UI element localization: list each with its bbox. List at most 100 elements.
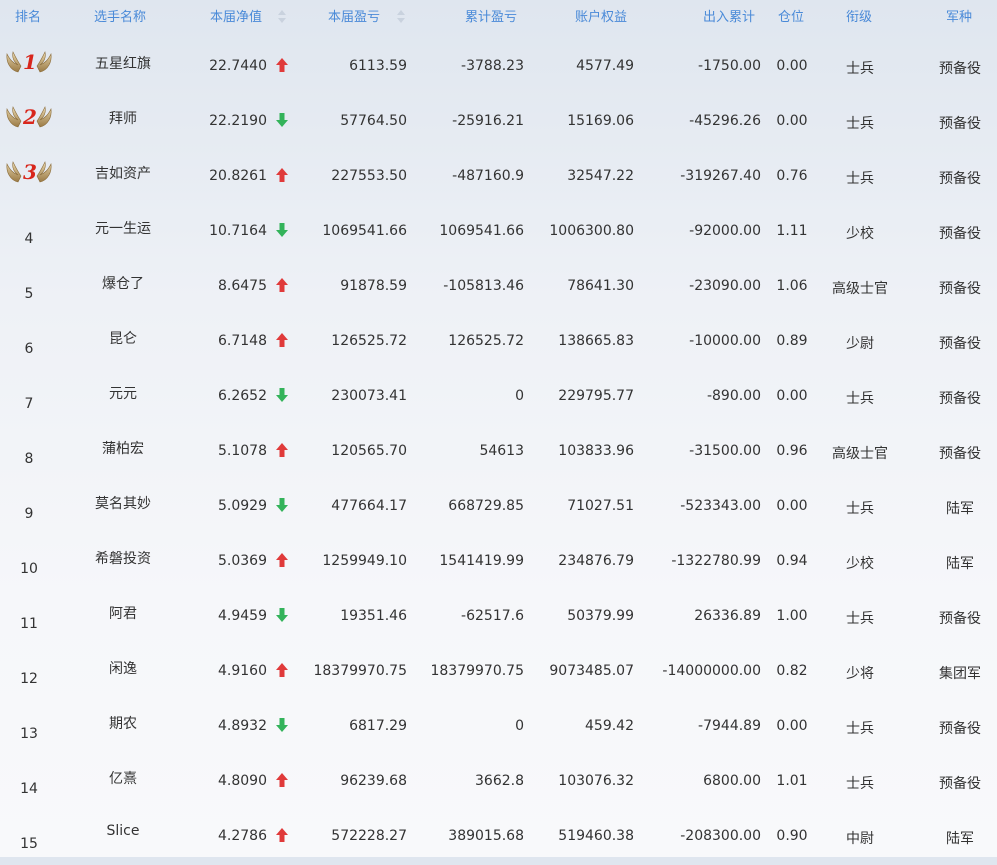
table-row[interactable]: 8 蒲柏宏 5.1078 120565.70 54613 103833.96 -31500.…: [0, 425, 997, 480]
cumulative-pnl: 389015.68: [448, 828, 524, 844]
account-equity: 78641.30: [567, 278, 634, 294]
player-name[interactable]: 阿君: [64, 603, 182, 623]
position-ratio: 0.76: [776, 168, 808, 184]
rank-number: 15: [20, 836, 38, 852]
position-ratio: 0.00: [776, 113, 808, 129]
arrow-up-icon: [276, 828, 288, 842]
arrow-down-icon: [276, 718, 288, 732]
service-branch: 预备役: [939, 611, 981, 627]
arrow-up-icon: [276, 553, 288, 567]
rank-number: 6: [24, 341, 34, 357]
player-name[interactable]: 元一生运: [64, 218, 182, 238]
table-row[interactable]: 10 希磐投资 5.0369 1259949.10 1541419.99 234876.7…: [0, 535, 997, 590]
account-equity: 50379.99: [567, 608, 634, 624]
rank-number: 9: [24, 506, 34, 522]
table-row[interactable]: 4 元一生运 10.7164 1069541.66 1069541.66 1006300.…: [0, 205, 997, 260]
military-rank: 士兵: [846, 501, 874, 517]
in-out-total: -10000.00: [689, 333, 761, 349]
arrow-up-icon: [276, 168, 288, 182]
season-pnl: 230073.41: [331, 388, 407, 404]
player-name[interactable]: 希磐投资: [64, 548, 182, 568]
player-name[interactable]: 昆仑: [64, 328, 182, 348]
arrow-up-icon: [276, 443, 288, 457]
rank-number: 4: [24, 231, 34, 247]
player-name[interactable]: 莫名其妙: [64, 493, 182, 513]
military-rank: 士兵: [846, 171, 874, 187]
position-ratio: 0.94: [776, 553, 808, 569]
table-row[interactable]: 2 拜师 22.2190 57764.50 -25916.21 15169.06 -4529…: [0, 95, 997, 150]
player-name[interactable]: 蒲柏宏: [64, 438, 182, 458]
season-pnl: 126525.72: [331, 333, 407, 349]
cumulative-pnl: 18379970.75: [430, 663, 524, 679]
col-position-header: 仓位: [778, 10, 805, 25]
net-value: 20.8261: [209, 168, 267, 184]
table-row[interactable]: 7 元元 6.2652 230073.41 0 229795.77 -890.00 0.00 士…: [0, 370, 997, 425]
rank-number: 14: [20, 781, 38, 797]
player-name[interactable]: 闲逸: [64, 658, 182, 678]
table-row[interactable]: 13 期农 4.8932 6817.29 0 459.42 -7944.89 0.00 士兵 预备…: [0, 700, 997, 755]
in-out-total: -23090.00: [689, 278, 761, 294]
net-value: 5.0929: [218, 498, 267, 514]
sort-net-value-icon[interactable]: [278, 10, 286, 26]
arrow-up-icon: [276, 58, 288, 72]
in-out-total: -1750.00: [698, 58, 761, 74]
table-row[interactable]: 6 昆仑 6.7148 126525.72 126525.72 138665.83 -100…: [0, 315, 997, 370]
account-equity: 71027.51: [567, 498, 634, 514]
service-branch: 预备役: [939, 61, 981, 77]
season-pnl: 120565.70: [331, 443, 407, 459]
player-name[interactable]: 亿熹: [64, 768, 182, 788]
table-row[interactable]: 14 亿熹 4.8090 96239.68 3662.8 103076.32 6800.00…: [0, 755, 997, 810]
player-name[interactable]: 元元: [64, 383, 182, 403]
military-rank: 士兵: [846, 116, 874, 132]
player-name[interactable]: 爆仓了: [64, 273, 182, 293]
table-row[interactable]: 5 爆仓了 8.6475 91878.59 -105813.46 78641.30 -230…: [0, 260, 997, 315]
player-name[interactable]: Slice: [64, 823, 182, 839]
rank-number: 1: [23, 50, 37, 74]
military-rank: 高级士官: [832, 281, 888, 297]
cumulative-pnl: -105813.46: [443, 278, 524, 294]
service-branch: 集团军: [939, 666, 981, 682]
table-row[interactable]: 12 闲逸 4.9160 18379970.75 18379970.75 9073485.…: [0, 645, 997, 700]
in-out-total: -7944.89: [698, 718, 761, 734]
net-value: 8.6475: [218, 278, 267, 294]
position-ratio: 0.00: [776, 388, 808, 404]
arrow-up-icon: [276, 333, 288, 347]
account-equity: 32547.22: [567, 168, 634, 184]
col-cum-pnl-header: 累计盈亏: [465, 10, 518, 25]
player-name[interactable]: 五星红旗: [64, 53, 182, 73]
sort-pnl-icon[interactable]: [397, 10, 405, 26]
service-branch: 预备役: [939, 171, 981, 187]
cumulative-pnl: 1069541.66: [439, 223, 524, 239]
account-equity: 1006300.80: [549, 223, 634, 239]
col-io-header: 出入累计: [703, 10, 756, 25]
season-pnl: 57764.50: [340, 113, 407, 129]
cumulative-pnl: 0: [515, 388, 524, 404]
col-rank-header: 排名: [15, 10, 42, 25]
season-pnl: 1259949.10: [322, 553, 407, 569]
net-value: 6.7148: [218, 333, 267, 349]
cumulative-pnl: -62517.6: [461, 608, 524, 624]
cumulative-pnl: 1541419.99: [439, 553, 524, 569]
arrow-up-icon: [276, 278, 288, 292]
account-equity: 138665.83: [558, 333, 634, 349]
col-branch-header: 军种: [946, 10, 973, 25]
service-branch: 陆军: [946, 501, 974, 517]
player-name[interactable]: 拜师: [64, 108, 182, 128]
account-equity: 459.42: [585, 718, 634, 734]
player-name[interactable]: 吉如资产: [64, 163, 182, 183]
table-row[interactable]: 1 五星红旗 22.7440 6113.59 -3788.23 4577.49 -1750.…: [0, 40, 997, 95]
table-row[interactable]: 3 吉如资产 20.8261 227553.50 -487160.9 32547.22 -3…: [0, 150, 997, 205]
account-equity: 103833.96: [558, 443, 634, 459]
in-out-total: -319267.40: [680, 168, 761, 184]
net-value: 22.2190: [209, 113, 267, 129]
table-row[interactable]: 11 阿君 4.9459 19351.46 -62517.6 50379.99 26336.…: [0, 590, 997, 645]
in-out-total: -890.00: [706, 388, 761, 404]
position-ratio: 0.96: [776, 443, 808, 459]
col-pnl-header[interactable]: 本届盈亏: [328, 0, 380, 36]
net-value: 4.8090: [218, 773, 267, 789]
arrow-down-icon: [276, 498, 288, 512]
season-pnl: 6817.29: [349, 718, 407, 734]
table-row[interactable]: 9 莫名其妙 5.0929 477664.17 668729.85 71027.51 -52…: [0, 480, 997, 535]
col-net-value-header[interactable]: 本届净值: [210, 0, 262, 36]
player-name[interactable]: 期农: [64, 713, 182, 733]
